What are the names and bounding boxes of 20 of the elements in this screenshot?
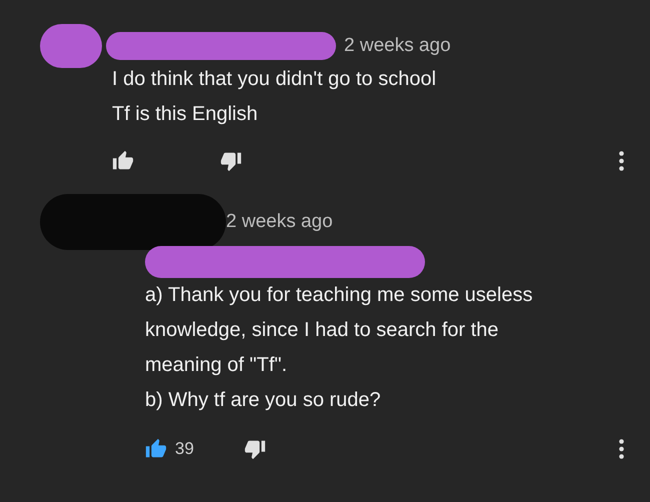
comment-text: knowledge, since I had to search for the	[145, 318, 500, 343]
more-icon	[619, 151, 624, 171]
comment-text: Tf is this English	[112, 102, 259, 127]
comment-text: I do think that you didn't go to school	[112, 67, 438, 92]
like-button[interactable]	[112, 150, 134, 172]
dislike-button[interactable]	[220, 150, 242, 172]
more-button[interactable]	[619, 438, 624, 459]
like-button[interactable]	[145, 438, 167, 460]
more-button[interactable]	[619, 151, 624, 171]
redaction-mark	[40, 24, 102, 68]
more-icon	[619, 438, 624, 459]
comment-time: 2 weeks ago	[344, 34, 451, 58]
comment-text: b) Why tf are you so rude?	[145, 388, 382, 413]
comment-text: a) Thank you for teaching me some useless	[145, 283, 534, 308]
thumbs-up-icon	[112, 150, 134, 172]
like-count: 39	[175, 438, 194, 460]
comment-time: 2 weeks ago	[226, 210, 333, 234]
comment-text: meaning of "Tf".	[145, 353, 288, 378]
thumbs-down-icon	[220, 150, 242, 172]
thumbs-up-icon	[145, 438, 167, 460]
